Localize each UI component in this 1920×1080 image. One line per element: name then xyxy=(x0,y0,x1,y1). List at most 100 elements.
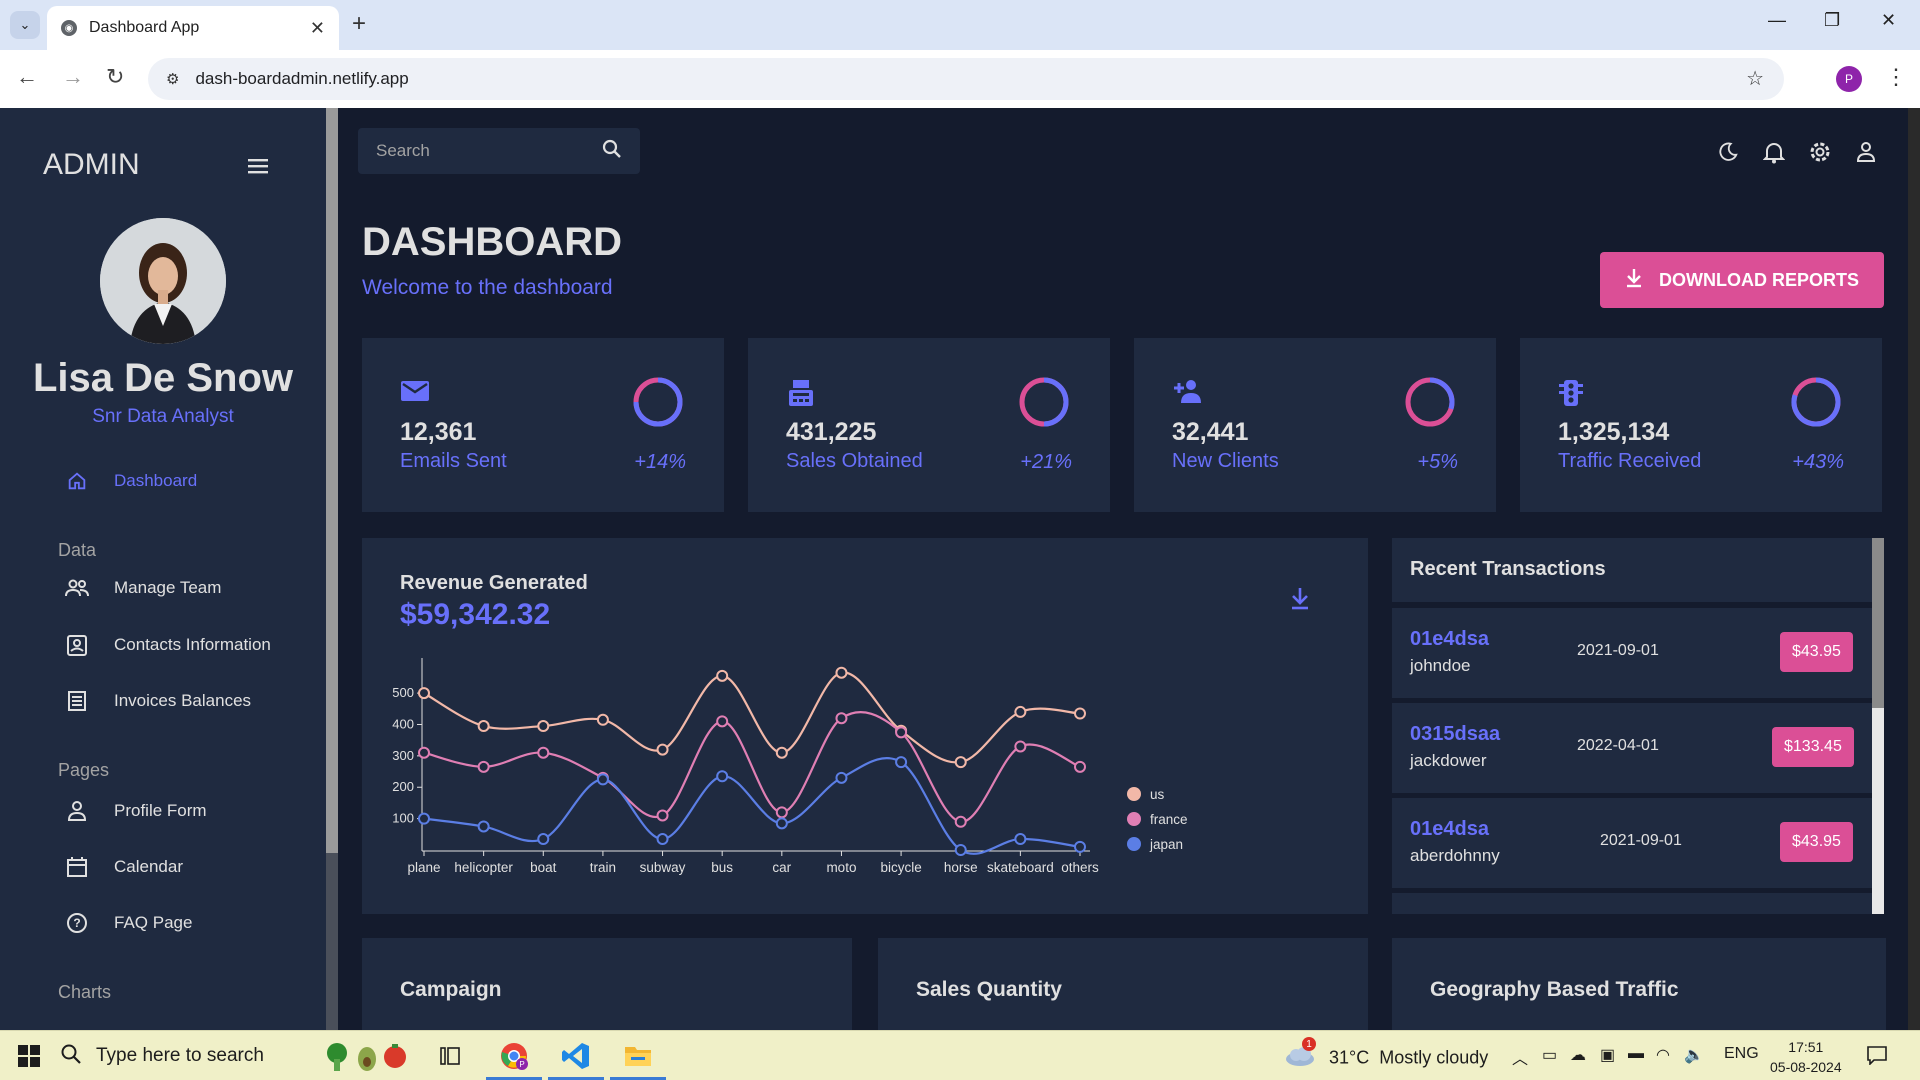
point-of-sale-icon xyxy=(786,378,816,408)
tab-search-dropdown[interactable]: ⌄ xyxy=(10,11,40,39)
taskbar-search[interactable]: Type here to search xyxy=(60,1031,264,1080)
browser-menu-icon[interactable]: ⋮ xyxy=(1885,64,1907,90)
onedrive-icon[interactable]: ☁ xyxy=(1570,1045,1586,1065)
file-explorer-icon[interactable] xyxy=(620,1039,656,1073)
sidebar-item-profile-form[interactable]: Profile Form xyxy=(64,800,207,822)
close-window-button[interactable]: ✕ xyxy=(1881,10,1896,31)
sidebar-item-contacts[interactable]: Contacts Information xyxy=(64,633,271,657)
data-point-france[interactable] xyxy=(716,715,729,728)
data-point-us[interactable] xyxy=(716,669,729,682)
transaction-user: jackdower xyxy=(1410,751,1487,770)
search-icon[interactable] xyxy=(602,139,622,164)
language-indicator[interactable]: ENG xyxy=(1724,1045,1759,1063)
legend-label[interactable]: us xyxy=(1150,787,1165,802)
sidebar-scrollbar-thumb[interactable] xyxy=(326,108,338,853)
person-icon[interactable] xyxy=(1852,138,1880,166)
minimize-button[interactable]: — xyxy=(1768,10,1786,31)
close-tab-icon[interactable]: ✕ xyxy=(310,18,325,39)
data-point-us[interactable] xyxy=(1014,705,1027,718)
data-point-france[interactable] xyxy=(895,726,908,739)
legend-label[interactable]: france xyxy=(1150,812,1188,827)
transactions-scrollbar-thumb[interactable] xyxy=(1872,538,1884,708)
vscode-icon[interactable] xyxy=(558,1039,594,1073)
battery-icon[interactable]: ▬ xyxy=(1628,1045,1644,1063)
data-point-japan[interactable] xyxy=(1014,833,1027,846)
windows-start-icon[interactable] xyxy=(18,1045,40,1067)
x-tick-label: moto xyxy=(826,860,856,875)
data-point-france[interactable] xyxy=(1074,760,1086,773)
data-point-us[interactable] xyxy=(418,687,430,700)
data-point-japan[interactable] xyxy=(596,773,609,786)
sidebar-item-manage-team[interactable]: Manage Team xyxy=(64,578,221,598)
x-tick-label: horse xyxy=(944,860,978,875)
series-line-japan xyxy=(423,756,1081,855)
data-point-france[interactable] xyxy=(537,746,550,759)
weather-widget[interactable]: 1 31°C Mostly cloudy xyxy=(1284,1037,1488,1072)
transactions-title: Recent Transactions xyxy=(1410,558,1606,580)
progress-circle xyxy=(633,377,683,427)
data-point-us[interactable] xyxy=(1074,707,1086,720)
page-scrollbar[interactable] xyxy=(1908,108,1920,1030)
data-point-japan[interactable] xyxy=(835,771,848,784)
data-point-japan[interactable] xyxy=(477,820,490,833)
sidebar-item-faq[interactable]: ? FAQ Page xyxy=(64,912,192,934)
reload-icon[interactable]: ↻ xyxy=(106,64,124,90)
bookmark-star-icon[interactable]: ☆ xyxy=(1746,66,1764,91)
back-icon[interactable]: ← xyxy=(16,64,38,90)
restore-button[interactable]: ❐ xyxy=(1824,10,1840,31)
profile-avatar[interactable]: P xyxy=(1836,66,1862,92)
speaker-icon[interactable]: 🔈 xyxy=(1684,1045,1704,1065)
data-point-france[interactable] xyxy=(775,806,788,819)
chrome-icon[interactable]: P xyxy=(496,1039,532,1073)
browser-tab[interactable]: ◉ Dashboard App ✕ xyxy=(47,6,339,50)
data-point-france[interactable] xyxy=(835,712,848,725)
sidebar-item-dashboard[interactable]: Dashboard xyxy=(64,470,197,492)
data-point-us[interactable] xyxy=(537,720,550,733)
dark-mode-icon[interactable] xyxy=(1714,138,1742,166)
data-point-japan[interactable] xyxy=(895,756,908,769)
sidebar-item-calendar[interactable]: Calendar xyxy=(64,856,183,878)
site-info-icon[interactable]: ⚙ xyxy=(166,70,179,88)
settings-icon[interactable] xyxy=(1806,138,1834,166)
meet-icon[interactable]: ▭ xyxy=(1542,1045,1557,1065)
chevron-up-icon[interactable]: ︿ xyxy=(1512,1045,1528,1069)
new-tab-button[interactable]: + xyxy=(352,10,366,38)
data-point-us[interactable] xyxy=(954,756,967,769)
data-point-japan[interactable] xyxy=(775,817,788,830)
sidebar-item-invoices[interactable]: Invoices Balances xyxy=(64,690,251,712)
data-point-france[interactable] xyxy=(477,760,490,773)
display-icon[interactable]: ▣ xyxy=(1600,1045,1615,1065)
menu-toggle-icon[interactable] xyxy=(248,154,270,182)
data-point-france[interactable] xyxy=(656,809,669,822)
data-point-japan[interactable] xyxy=(418,812,430,825)
progress-ring-hole xyxy=(1027,385,1061,419)
clock[interactable]: 17:51 05-08-2024 xyxy=(1770,1037,1842,1077)
notifications-center-icon[interactable] xyxy=(1866,1045,1888,1070)
legend-label[interactable]: japan xyxy=(1149,837,1183,852)
data-point-japan[interactable] xyxy=(1074,840,1086,853)
data-point-france[interactable] xyxy=(418,746,430,759)
data-point-japan[interactable] xyxy=(954,844,967,856)
data-point-us[interactable] xyxy=(835,666,848,679)
veggies-icon[interactable] xyxy=(322,1039,414,1073)
notifications-icon[interactable] xyxy=(1760,138,1788,166)
data-point-japan[interactable] xyxy=(716,770,729,783)
data-point-france[interactable] xyxy=(1014,740,1027,753)
data-point-us[interactable] xyxy=(775,746,788,759)
data-point-france[interactable] xyxy=(954,815,967,828)
data-point-japan[interactable] xyxy=(656,833,669,846)
x-tick-label: skateboard xyxy=(987,860,1054,875)
transactions-header: Recent Transactions xyxy=(1392,538,1872,602)
data-point-us[interactable] xyxy=(477,720,490,733)
data-point-us[interactable] xyxy=(656,743,669,756)
wifi-icon[interactable]: ◠ xyxy=(1656,1045,1670,1065)
sidebar-item-label: Manage Team xyxy=(114,578,222,597)
data-point-us[interactable] xyxy=(596,713,609,726)
address-bar[interactable]: ⚙ dash-boardadmin.netlify.app ☆ xyxy=(148,58,1784,100)
svg-text:P: P xyxy=(519,1060,524,1069)
download-reports-button[interactable]: DOWNLOAD REPORTS xyxy=(1600,252,1884,308)
data-point-japan[interactable] xyxy=(537,833,550,846)
forward-icon[interactable]: → xyxy=(62,64,84,90)
task-view-icon[interactable] xyxy=(432,1039,468,1073)
search-input[interactable] xyxy=(376,141,602,161)
